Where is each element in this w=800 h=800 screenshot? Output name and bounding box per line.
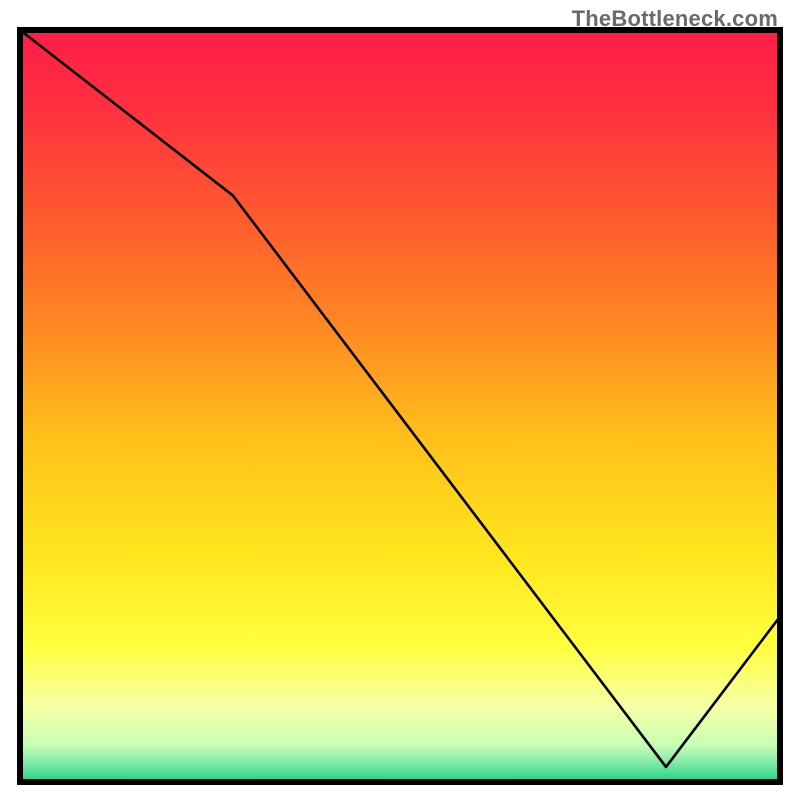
plot-background (20, 30, 780, 782)
bottleneck-chart (0, 0, 800, 800)
attribution-text: TheBottleneck.com (572, 6, 778, 32)
